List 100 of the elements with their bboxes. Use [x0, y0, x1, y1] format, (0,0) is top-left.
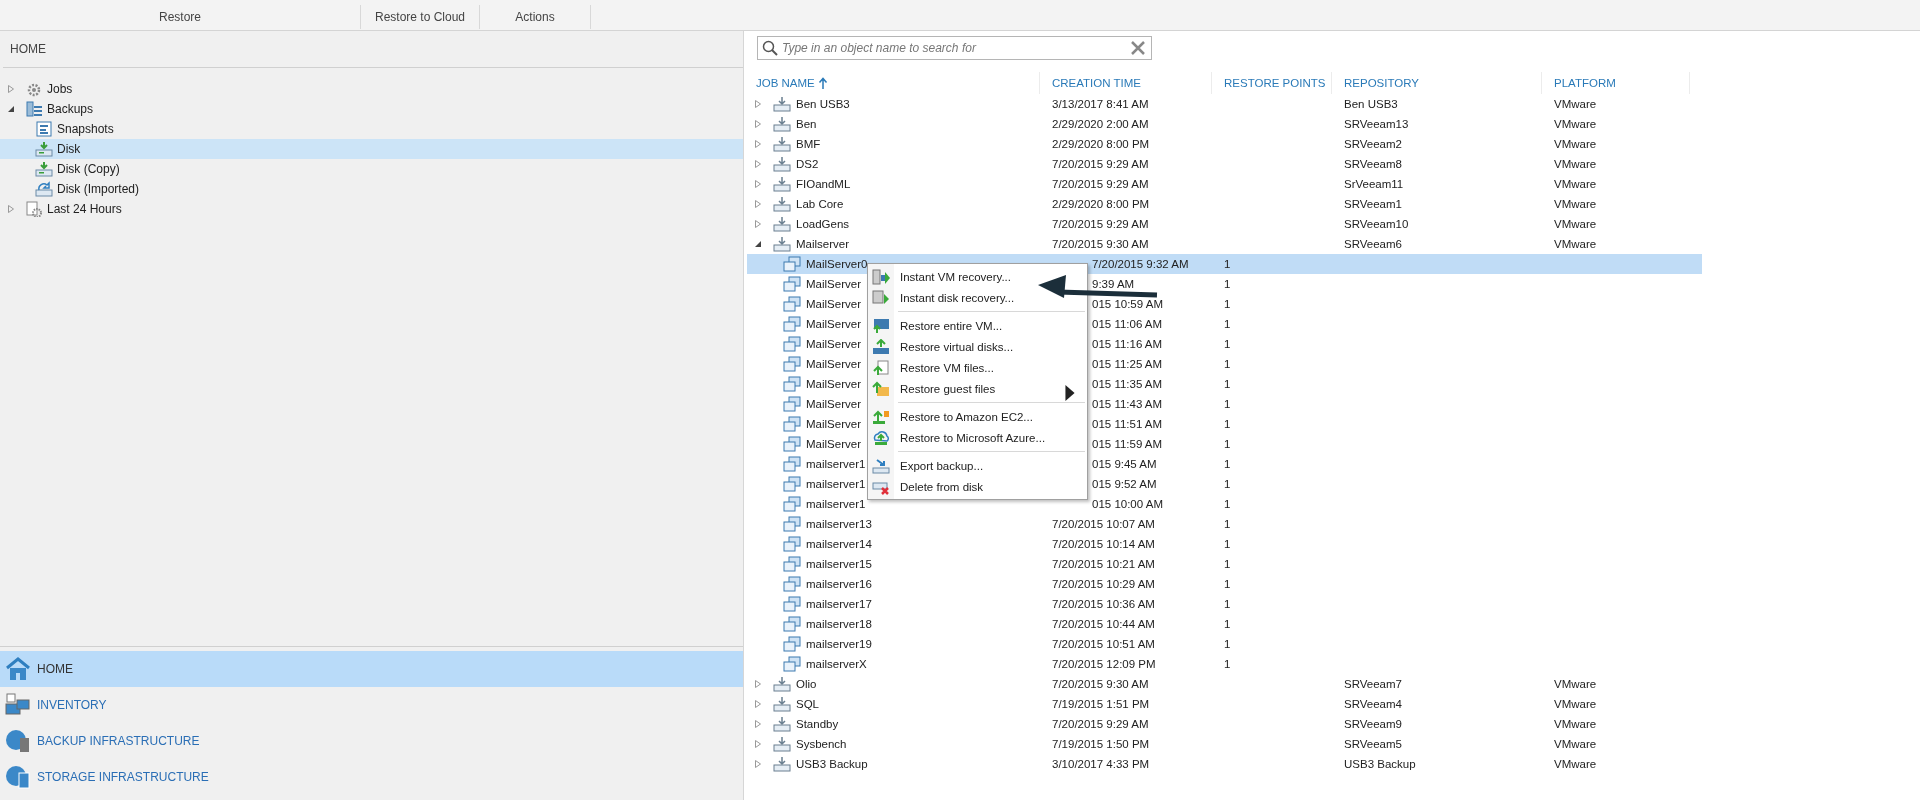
creation-time: 7/20/2015 10:14 AM	[1052, 538, 1155, 550]
vm-name: mailserver16	[806, 578, 872, 590]
vm-name: mailserver1	[806, 498, 866, 510]
creation-time: 9:39 AM	[1092, 278, 1135, 290]
expand-triangle-icon[interactable]	[754, 160, 762, 168]
menu-item[interactable]: Restore entire VM...	[868, 315, 1087, 336]
restore-points: 1	[1224, 418, 1231, 430]
collapse-triangle-icon[interactable]	[754, 240, 762, 248]
vm-icon	[783, 516, 801, 532]
tree-item-label: Snapshots	[57, 122, 114, 136]
repository-name: USB3 Backup	[1344, 758, 1416, 770]
creation-time: 7/20/2015 9:29 AM	[1052, 158, 1149, 170]
nav-section[interactable]: BACKUP INFRASTRUCTURE	[0, 723, 743, 759]
menu-item-label: Restore guest files	[900, 382, 996, 395]
column-header[interactable]: PLATFORM	[1542, 72, 1690, 94]
vm-name: mailserver1	[806, 458, 866, 470]
restore-points: 1	[1224, 378, 1231, 390]
expand-triangle-icon[interactable]	[7, 85, 15, 93]
tree-item[interactable]: Last 24 Hours	[0, 199, 743, 219]
globe-server-icon	[5, 728, 31, 754]
creation-time: 015 11:51 AM	[1092, 418, 1163, 430]
close-icon[interactable]	[1130, 40, 1146, 56]
restore-points: 1	[1224, 358, 1231, 370]
creation-time: 7/19/2015 1:51 PM	[1052, 698, 1150, 710]
restore-points: 1	[1224, 658, 1231, 670]
expand-triangle-icon[interactable]	[754, 720, 762, 728]
nav-section[interactable]: STORAGE INFRASTRUCTURE	[0, 759, 743, 795]
expand-triangle-icon[interactable]	[754, 700, 762, 708]
vm-name: MailServer	[806, 338, 861, 350]
restore-points: 1	[1224, 618, 1231, 630]
repository-name: SRVeeam9	[1344, 718, 1402, 730]
vm-name: mailserver14	[806, 538, 872, 550]
repository-name: SRVeeam7	[1344, 678, 1402, 690]
column-header[interactable]: RESTORE POINTS	[1212, 72, 1332, 94]
creation-time: 7/20/2015 10:07 AM	[1052, 518, 1155, 530]
vm-icon	[783, 616, 801, 632]
vm-icon	[783, 356, 801, 372]
menu-item[interactable]: Restore to Amazon EC2...	[868, 406, 1087, 427]
expand-triangle-icon[interactable]	[754, 180, 762, 188]
vm-name: MailServer	[806, 298, 861, 310]
tree-item[interactable]: Jobs	[0, 79, 743, 99]
expand-triangle-icon[interactable]	[754, 140, 762, 148]
nav-section[interactable]: INVENTORY	[0, 687, 743, 723]
nav-section[interactable]: HOME	[0, 651, 743, 687]
vm-name: mailserver18	[806, 618, 872, 630]
column-header[interactable]: REPOSITORY	[1332, 72, 1542, 94]
vm-icon	[783, 576, 801, 592]
job-name: BMF	[796, 138, 821, 150]
vm-name: MailServer0	[806, 258, 868, 270]
creation-time: 7/20/2015 9:30 AM	[1052, 678, 1149, 690]
job-name: Ben	[796, 118, 817, 130]
repository-name: SRVeeam1	[1344, 198, 1402, 210]
tree-item[interactable]: Snapshots	[0, 119, 743, 139]
menu-item[interactable]: Restore VM files...	[868, 357, 1087, 378]
creation-time: 7/20/2015 10:29 AM	[1052, 578, 1155, 590]
menu-item[interactable]: Instant disk recovery...	[868, 287, 1087, 308]
vm-name: mailserver13	[806, 518, 872, 530]
tree-item[interactable]: Disk	[0, 139, 743, 159]
creation-time: 7/20/2015 12:09 PM	[1052, 658, 1156, 670]
menu-item[interactable]: Restore to Microsoft Azure...	[868, 427, 1087, 448]
platform-name: VMware	[1554, 158, 1597, 170]
expand-triangle-icon[interactable]	[754, 100, 762, 108]
repository-name: SRVeeam5	[1344, 738, 1402, 750]
expand-triangle-icon[interactable]	[754, 680, 762, 688]
server-play-icon	[872, 268, 890, 285]
sort-arrow-icon	[817, 76, 828, 90]
tree-item[interactable]: Disk (Copy)	[0, 159, 743, 179]
tree-item[interactable]: Backups	[0, 99, 743, 119]
platform-name: VMware	[1554, 178, 1597, 190]
expand-triangle-icon[interactable]	[754, 760, 762, 768]
expand-triangle-icon[interactable]	[754, 200, 762, 208]
menu-item[interactable]: Export backup...	[868, 455, 1087, 476]
vm-icon	[783, 256, 801, 272]
menu-item[interactable]: Delete from disk	[868, 476, 1087, 497]
repository-name: SrVeeam11	[1344, 178, 1404, 190]
creation-time: 015 9:45 AM	[1092, 458, 1157, 470]
platform-name: VMware	[1554, 238, 1597, 250]
ribbon-group-label: Actions	[515, 10, 555, 24]
column-header[interactable]: CREATION TIME	[1040, 72, 1212, 94]
creation-time: 7/19/2015 1:50 PM	[1052, 738, 1150, 750]
expand-triangle-icon[interactable]	[754, 120, 762, 128]
repository-name: SRVeeam10	[1344, 218, 1409, 230]
expand-triangle-icon[interactable]	[754, 740, 762, 748]
menu-item[interactable]: Restore virtual disks...	[868, 336, 1087, 357]
menu-item[interactable]: Restore guest files	[868, 378, 1087, 399]
vm-name: MailServer	[806, 378, 861, 390]
search-field[interactable]: Type in an object name to search for	[757, 36, 1152, 60]
column-header[interactable]: JOB NAME	[747, 72, 1040, 94]
restore-points: 1	[1224, 398, 1231, 410]
expand-triangle-icon[interactable]	[754, 220, 762, 228]
backup-job-icon	[773, 136, 791, 152]
creation-time: 015 11:43 AM	[1092, 398, 1163, 410]
expand-triangle-icon[interactable]	[7, 205, 15, 213]
backup-job-icon	[773, 196, 791, 212]
menu-item-label: Restore virtual disks...	[900, 340, 1014, 353]
job-name: Mailserver	[796, 238, 850, 250]
backup-job-icon	[773, 736, 791, 752]
collapse-triangle-icon[interactable]	[7, 105, 15, 113]
platform-name: VMware	[1554, 98, 1597, 110]
tree-item[interactable]: Disk (Imported)	[0, 179, 743, 199]
